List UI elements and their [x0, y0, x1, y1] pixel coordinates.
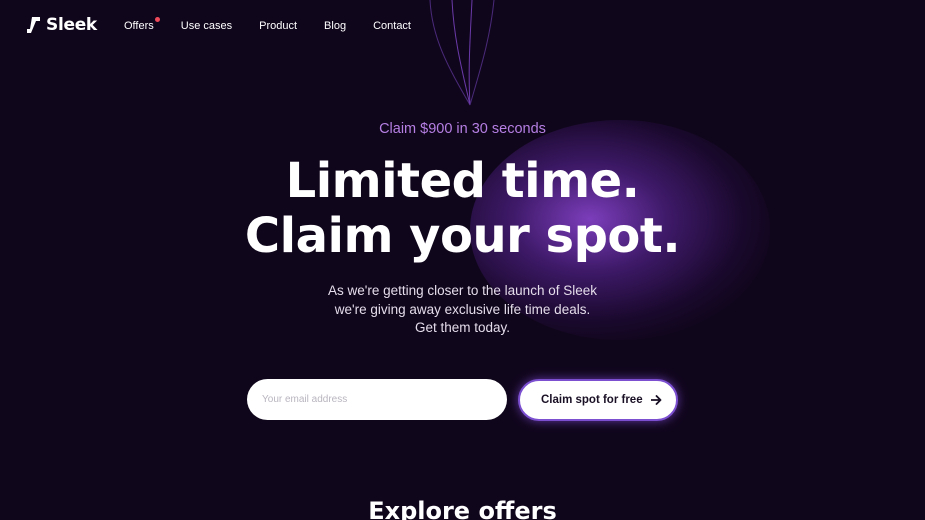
arrow-right-icon [651, 395, 662, 405]
landing-page: Sleek Offers Use cases Product Blog Cont… [0, 0, 925, 520]
nav-item-label: Offers [124, 20, 154, 32]
brand-name: Sleek [46, 15, 97, 35]
hero-headline: Limited time. Claim your spot. [0, 154, 925, 264]
main-nav: Offers Use cases Product Blog Contact [124, 17, 411, 32]
nav-item-contact[interactable]: Contact [373, 20, 411, 32]
claim-button-label: Claim spot for free [541, 394, 643, 406]
nav-item-blog[interactable]: Blog [324, 20, 346, 32]
nav-item-offers[interactable]: Offers [124, 17, 160, 32]
email-input[interactable] [247, 379, 507, 420]
top-navbar: Sleek Offers Use cases Product Blog Cont… [0, 0, 925, 54]
nav-item-use-cases[interactable]: Use cases [181, 20, 232, 32]
hero-eyebrow: Claim $900 in 30 seconds [379, 121, 546, 137]
notification-dot [154, 17, 160, 22]
brand-logo[interactable]: Sleek [27, 15, 97, 35]
subtext-line-3: Get them today. [414, 320, 511, 335]
nav-item-product[interactable]: Product [259, 20, 297, 32]
headline-line-1: Limited time. [285, 153, 640, 209]
sleek-logo-icon [27, 17, 40, 33]
headline-line-2: Claim your spot. [244, 208, 681, 264]
subtext-line-2: we're giving away exclusive life time de… [334, 301, 591, 317]
explore-offers-heading: Explore offers [368, 497, 557, 520]
hero-subtext: As we're getting closer to the launch of… [0, 282, 925, 338]
subtext-line-1: As we're getting closer to the launch of… [328, 283, 597, 298]
claim-spot-button[interactable]: Claim spot for free [518, 379, 678, 421]
